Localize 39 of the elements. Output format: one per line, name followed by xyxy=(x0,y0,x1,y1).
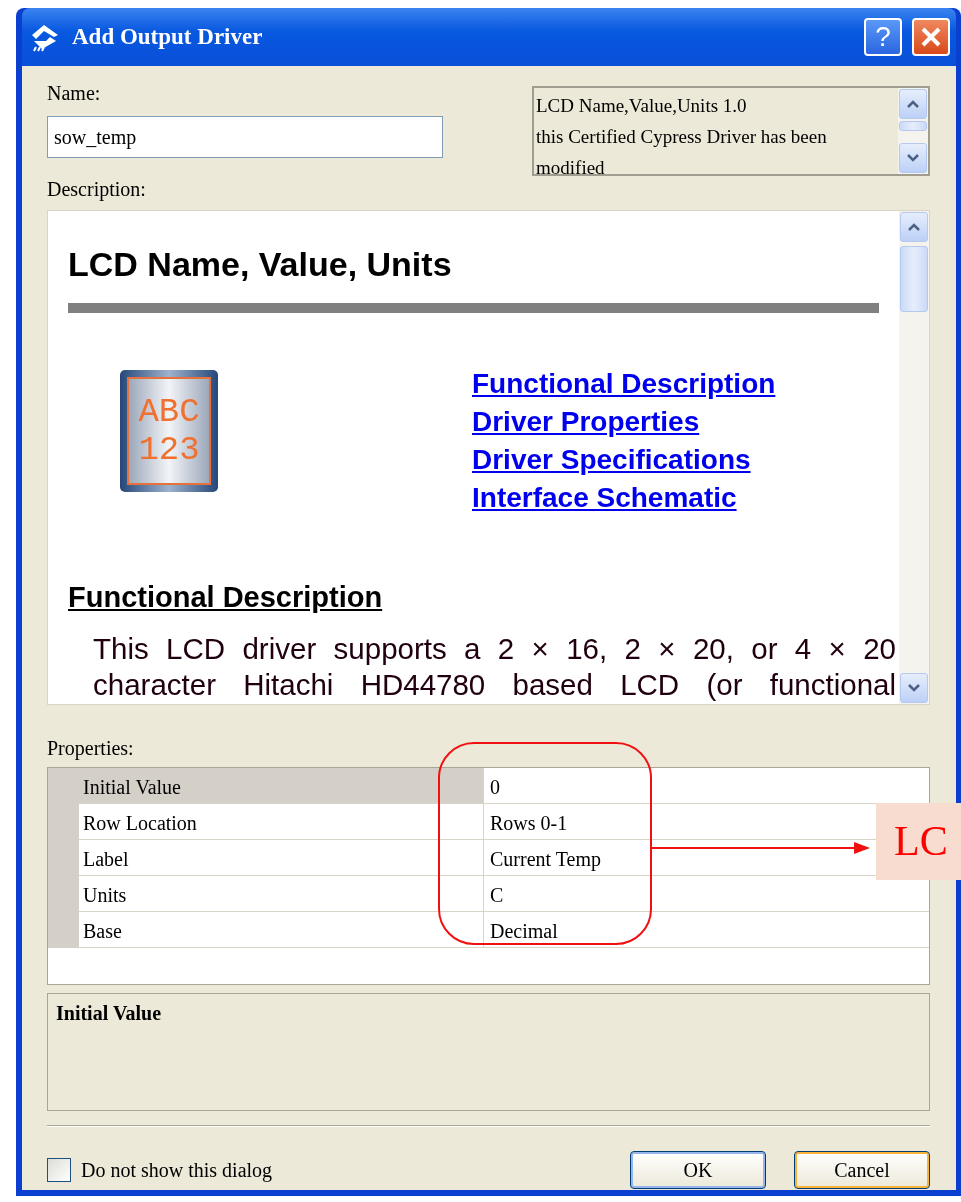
property-value[interactable]: 0 xyxy=(490,776,500,798)
scroll-down-button[interactable] xyxy=(899,143,927,173)
lcd-icon: ABC 123 xyxy=(119,369,219,493)
property-value[interactable]: Decimal xyxy=(490,920,558,942)
close-button[interactable] xyxy=(912,18,950,56)
link[interactable]: Driver Specifications xyxy=(472,441,776,479)
section-heading: Functional Description xyxy=(68,580,384,615)
field-label: Description: xyxy=(47,177,147,203)
checkbox[interactable] xyxy=(47,1158,71,1182)
property-value[interactable]: Current Temp xyxy=(490,848,601,870)
property-name[interactable]: Row Location xyxy=(79,804,484,840)
link[interactable]: Interface Schematic xyxy=(472,479,776,517)
info-text: modified xyxy=(536,156,606,174)
ok-button[interactable]: OK xyxy=(630,1151,766,1189)
scroll-down-button[interactable] xyxy=(900,673,928,703)
page-heading: LCD Name, Value, Units xyxy=(68,244,453,285)
link[interactable]: Driver Properties xyxy=(472,403,776,441)
property-name[interactable]: Initial Value xyxy=(79,768,484,804)
scroll-up-button[interactable] xyxy=(899,89,927,119)
info-text: LCD Name,Value,Units 1.0 xyxy=(536,94,748,118)
property-name[interactable]: Label xyxy=(79,840,484,876)
help-title: Initial Value xyxy=(56,1002,162,1024)
property-name[interactable]: Base xyxy=(79,912,484,948)
window-title: Add Output Driver xyxy=(72,22,264,51)
checkbox-label: Do not show this dialog xyxy=(81,1158,273,1184)
info-text: this Certified Cypress Driver has been xyxy=(536,125,828,149)
scroll-thumb[interactable] xyxy=(900,246,928,312)
name-field[interactable]: sow_temp xyxy=(47,116,443,158)
property-value[interactable]: C xyxy=(490,884,504,906)
field-label: Name: xyxy=(47,81,102,106)
field-label: Properties: xyxy=(47,736,135,762)
cancel-button[interactable]: Cancel xyxy=(794,1151,930,1189)
link[interactable]: Functional Description xyxy=(472,365,776,403)
scroll-up-button[interactable] xyxy=(900,212,928,242)
property-name[interactable]: Units xyxy=(79,876,484,912)
scroll-thumb[interactable] xyxy=(899,121,927,131)
property-value[interactable]: Rows 0-1 xyxy=(490,812,568,834)
description-text: This LCD driver supports a 2 × 16, 2 × 20, or 4 × 20 character Hitachi HD44780 based LCD (or functional xyxy=(93,631,896,703)
callout-label: LC xyxy=(876,803,961,880)
